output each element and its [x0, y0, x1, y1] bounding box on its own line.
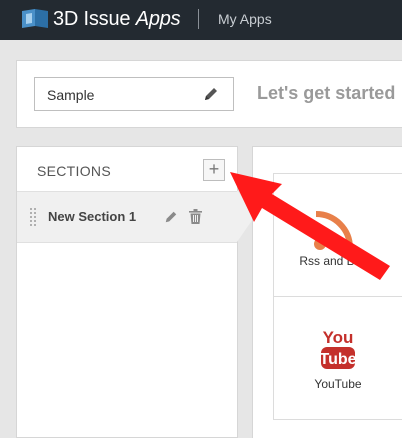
svg-text:You: You [323, 328, 354, 347]
add-section-button[interactable]: + [203, 159, 225, 181]
sections-title: SECTIONS [37, 163, 111, 179]
app-header-panel: Sample Let's get started [16, 60, 402, 128]
app-name-value: Sample [47, 87, 95, 103]
top-bar: 3D Issue Apps My Apps [0, 0, 402, 40]
trash-icon[interactable] [189, 209, 202, 224]
pencil-icon[interactable] [164, 210, 178, 224]
app-name-field[interactable]: Sample [34, 77, 234, 111]
rss-icon [314, 211, 353, 250]
svg-text:Tube: Tube [320, 351, 356, 368]
welcome-title: Let's get started [257, 83, 396, 103]
brand-suffix: Apps [135, 8, 181, 30]
pencil-icon[interactable] [203, 86, 219, 102]
components-panel: Rss and Blogs You Tube YouTube [252, 146, 402, 438]
section-item[interactable]: New Section 1 [17, 191, 237, 243]
section-label: New Section 1 [48, 209, 137, 224]
brand-name[interactable]: 3D Issue Apps [53, 6, 181, 32]
component-label: Rss and Blogs [299, 254, 377, 268]
drag-handle-icon[interactable] [30, 208, 36, 226]
brand-prefix: 3D Issue [53, 8, 131, 30]
logo-icon[interactable] [22, 9, 48, 28]
topbar-divider [198, 9, 199, 29]
component-tile-rss[interactable]: Rss and Blogs [273, 173, 402, 297]
component-tile-youtube[interactable]: You Tube YouTube [273, 296, 402, 420]
my-apps-link[interactable]: My Apps [218, 10, 272, 28]
sections-panel: SECTIONS + New Section 1 [16, 146, 238, 438]
youtube-icon: You Tube [320, 328, 356, 369]
component-label: YouTube [314, 377, 362, 391]
